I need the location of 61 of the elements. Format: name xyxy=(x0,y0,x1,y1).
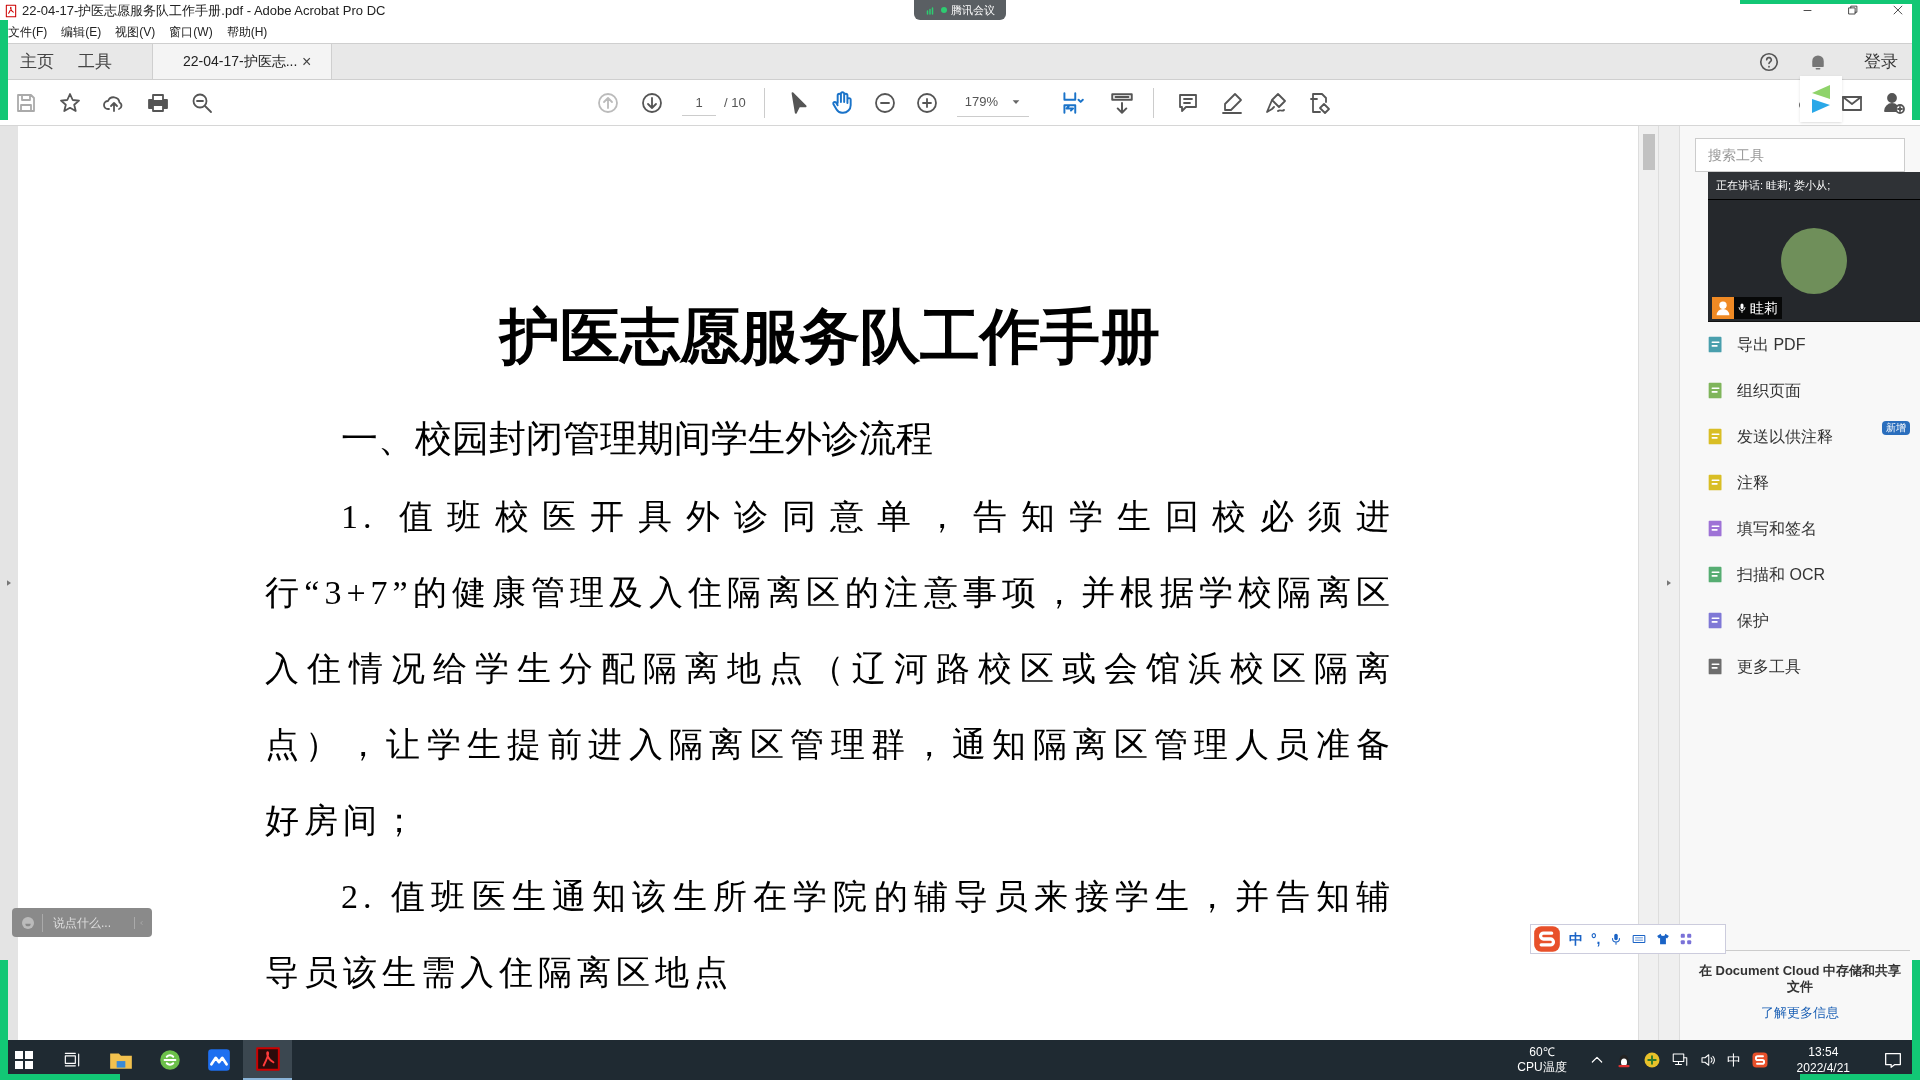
sogou-logo-icon[interactable] xyxy=(1533,925,1561,953)
meeting-badge[interactable]: 腾讯会议 xyxy=(914,0,1006,20)
menu-item[interactable]: 文件(F) xyxy=(8,23,48,41)
document-title: 护医志愿服务队工作手册 xyxy=(497,303,1161,372)
cpu-temperature-label: CPU温度 xyxy=(1517,1060,1567,1075)
participant-label: 眭莉 xyxy=(1712,297,1782,319)
zoom-dropdown[interactable]: 179% xyxy=(956,88,1029,117)
zoom-in-icon[interactable] xyxy=(914,90,939,115)
menu-item[interactable]: 窗口(W) xyxy=(169,23,213,41)
scrollbar[interactable] xyxy=(1638,126,1658,1040)
help-icon[interactable] xyxy=(1758,50,1780,73)
window-title: 22-04-17-护医志愿服务队工作手册.pdf - Adobe Acrobat Pro DC xyxy=(22,1,386,20)
cpu-temperature: 60℃ xyxy=(1529,1045,1555,1060)
tool-item[interactable]: 组织页面 xyxy=(1680,368,1920,414)
keyboard-icon[interactable] xyxy=(1630,932,1647,946)
learn-more-link[interactable]: 了解更多信息 xyxy=(1761,1002,1839,1022)
sogou-icon[interactable] xyxy=(1750,1051,1769,1069)
smiley-icon xyxy=(20,914,36,931)
network-icon[interactable] xyxy=(1670,1051,1689,1069)
volume-icon[interactable] xyxy=(1698,1051,1717,1069)
input-method-indicator[interactable]: 中 xyxy=(1726,1049,1741,1071)
clock[interactable]: 13:54 2022/4/21 xyxy=(1796,1044,1850,1076)
menu-item[interactable]: 视图(V) xyxy=(115,23,156,41)
meeting-app-icon xyxy=(205,1047,232,1073)
tool-item[interactable]: 扫描和 OCR xyxy=(1680,552,1920,598)
paragraph: 1. 值班校医开具外诊同意单，告知学生回校必须进行“3+7”的健康管理及入住隔离区的注意事项，并根据学校隔离区入住情况给学生分配隔离地点（辽河路校区或会馆浜校区隔离点），让学生提前进入隔离区管理群，通知隔离区管理人员准备好房间； xyxy=(265,497,1395,841)
close-tab-button[interactable]: × xyxy=(302,49,312,74)
tool-item[interactable]: 更多工具 xyxy=(1680,644,1920,690)
tool-item[interactable]: 导出 PDF xyxy=(1680,322,1920,368)
caret-icon xyxy=(1010,97,1021,107)
star-icon[interactable] xyxy=(58,90,82,115)
section-heading: 一、校园封闭管理期间学生外诊流程 xyxy=(341,417,934,461)
menu-item[interactable]: 编辑(E) xyxy=(61,23,102,41)
tool-item[interactable]: 保护 xyxy=(1680,598,1920,644)
pdf-file-icon xyxy=(4,3,18,18)
cloud-promo-text: 在 Document Cloud 中存储和共享文件 xyxy=(1697,962,1903,995)
input-method-toolbar[interactable]: 中 °, xyxy=(1530,924,1726,954)
shirt-icon[interactable] xyxy=(1654,932,1671,946)
login-link[interactable]: 登录 xyxy=(1864,48,1898,75)
tool-item[interactable]: 发送以供注释 新增 xyxy=(1680,414,1920,460)
person-icon xyxy=(1712,297,1734,319)
paragraph: 2. 值班医生通知该生所在学院的辅导员来接学生，并告知辅导员该生需入住隔离区地点 xyxy=(265,877,1395,993)
edit-document-icon[interactable] xyxy=(1307,90,1332,115)
search-tools-field[interactable]: 搜索工具 xyxy=(1695,138,1905,172)
zoom-out-icon[interactable] xyxy=(872,90,897,115)
new-badge: 新增 xyxy=(1882,421,1910,435)
taskbar-app[interactable] xyxy=(243,1040,292,1080)
page-total: / 10 xyxy=(724,93,746,112)
page-number-field[interactable]: 1 xyxy=(682,89,716,116)
next-page-icon[interactable] xyxy=(640,90,664,115)
sign-pen-icon[interactable] xyxy=(1263,90,1288,115)
nav-tab[interactable]: 主页 xyxy=(8,44,66,79)
speaking-indicator: 正在讲话: 眭莉; 娄小从; xyxy=(1716,178,1831,194)
highlight-pen-icon[interactable] xyxy=(1219,90,1244,115)
pdf-app-icon xyxy=(254,1046,281,1072)
nav-tab[interactable]: 工具 xyxy=(66,44,124,79)
grid-icon[interactable] xyxy=(1678,932,1693,946)
tool-item[interactable]: 注释 xyxy=(1680,460,1920,506)
menu-item[interactable]: 帮助(H) xyxy=(226,23,268,41)
tool-item[interactable]: 填写和签名 xyxy=(1680,506,1920,552)
add-user-icon[interactable] xyxy=(1882,90,1906,115)
